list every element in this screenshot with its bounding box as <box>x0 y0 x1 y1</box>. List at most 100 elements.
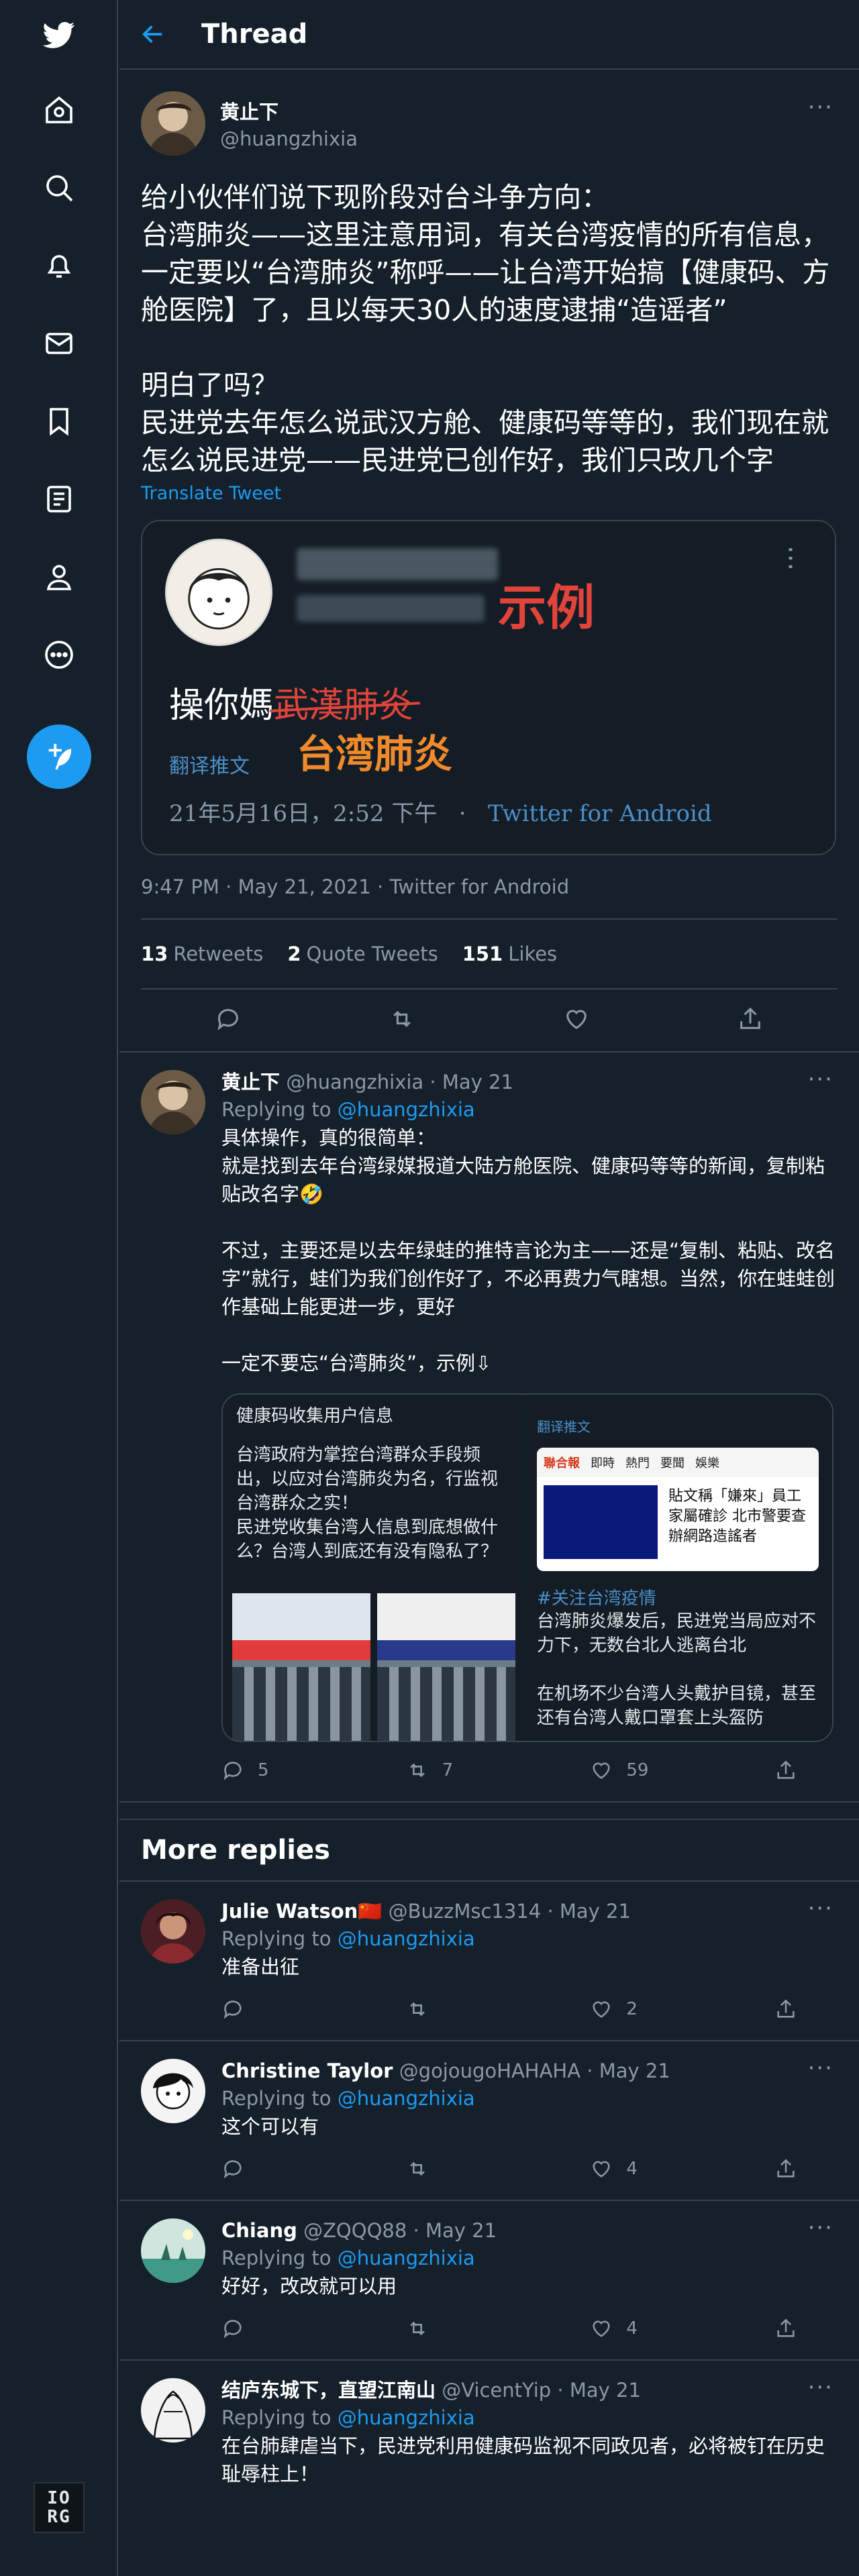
more-options-icon[interactable]: ··· <box>808 94 833 121</box>
reply-button[interactable] <box>215 1006 242 1035</box>
replacement-text: 台湾肺炎 <box>297 731 453 777</box>
avatar[interactable] <box>141 1899 205 1964</box>
back-arrow-icon <box>142 25 162 43</box>
avatar[interactable] <box>141 2218 205 2283</box>
explore-icon[interactable] <box>39 168 79 208</box>
like-button[interactable]: 2 <box>590 1998 774 2021</box>
back-button[interactable] <box>140 21 193 48</box>
compose-tweet-button[interactable] <box>27 724 91 789</box>
home-icon[interactable] <box>39 90 79 130</box>
avatar[interactable] <box>141 2059 205 2123</box>
embedded-avatar <box>165 539 272 646</box>
replying-to-handle[interactable]: @huangzhixia <box>338 2406 475 2429</box>
reply-tweet[interactable]: ··· Chiang @ZQQQ88 · May 21 Replying to … <box>119 2201 859 2361</box>
more-options-icon[interactable]: ··· <box>808 2214 833 2241</box>
translate-tweet-link[interactable]: Translate Tweet <box>141 483 838 504</box>
author-handle-time[interactable]: @gojougoHAHAHA · May 21 <box>399 2059 670 2082</box>
twitter-logo-icon[interactable] <box>39 15 79 55</box>
reply-button[interactable] <box>221 2157 406 2180</box>
author-name[interactable]: 黄止下 <box>220 97 358 125</box>
lists-icon[interactable] <box>39 479 79 519</box>
more-options-icon[interactable]: ··· <box>808 1895 833 1922</box>
avatar[interactable] <box>141 1070 205 1134</box>
bookmarks-icon[interactable] <box>39 401 79 441</box>
author-handle-time[interactable]: @VicentYip · May 21 <box>442 2379 641 2402</box>
tweet-stats: 13 Retweets 2 Quote Tweets 151 Likes <box>141 918 838 989</box>
tweet-text: 在台肺肆虐当下，民进党利用健康码监视不同政见者，必将被钉在历史耻辱柱上！ <box>221 2434 825 2485</box>
share-icon <box>777 2318 795 2337</box>
like-button[interactable]: 59 <box>590 1759 774 1782</box>
heart-icon <box>593 2001 610 2018</box>
author-name[interactable]: Julie Watson🇨🇳 <box>221 1900 382 1923</box>
more-options-icon[interactable]: ··· <box>808 2055 833 2082</box>
replying-to-handle[interactable]: @huangzhixia <box>338 1927 475 1950</box>
avatar[interactable] <box>141 91 205 156</box>
tweet-image[interactable]: 示例 ··· 操你媽武漢肺炎 翻译推文 台湾肺炎 21年5月16日，2:52 下… <box>141 520 836 855</box>
media-image-right[interactable]: 翻译推文 聯合報 即時 熱門 要聞 娛樂 貼文稱「嫌來」員工家屬確診 北市警要查… <box>523 1395 832 1741</box>
author-name[interactable]: 结庐东城下，直望江南山 <box>221 2379 436 2402</box>
replying-to-handle[interactable]: @huangzhixia <box>338 2247 475 2269</box>
share-button[interactable] <box>774 1759 811 1782</box>
card-more-icon: ··· <box>774 545 805 572</box>
share-button[interactable] <box>774 2157 811 2180</box>
reply-button[interactable] <box>221 1998 406 2021</box>
share-button[interactable] <box>737 1006 764 1035</box>
author-name[interactable]: 黄止下 <box>221 1071 280 1093</box>
like-button[interactable]: 4 <box>590 2157 774 2180</box>
tweet-timestamp[interactable]: 9:47 PM · May 21, 2021 · Twitter for And… <box>141 875 838 898</box>
retweet-button[interactable] <box>406 1998 591 2021</box>
more-options-icon[interactable]: ··· <box>808 2374 833 2401</box>
tweet-media[interactable]: 健康码收集用户信息 台湾政府为掌控台湾群众手段频出，以应对台湾肺炎为名，行监视台… <box>221 1393 833 1742</box>
messages-icon[interactable] <box>39 323 79 364</box>
blurred-name <box>297 548 498 580</box>
author-handle-time[interactable]: @BuzzMsc1314 · May 21 <box>389 1900 631 1923</box>
share-button[interactable] <box>774 1998 811 2021</box>
like-button[interactable]: 4 <box>590 2317 774 2340</box>
retweet-button[interactable]: 7 <box>406 1759 591 1782</box>
author-name[interactable]: Christine Taylor <box>221 2059 393 2082</box>
replying-to-handle[interactable]: @huangzhixia <box>338 2087 475 2110</box>
blurred-handle <box>297 595 485 622</box>
likes-stat[interactable]: 151 Likes <box>462 943 557 965</box>
retweet-button[interactable] <box>406 2157 591 2180</box>
retweet-button[interactable] <box>389 1006 415 1035</box>
retweets-stat[interactable]: 13 Retweets <box>141 943 263 965</box>
page-title: Thread <box>201 19 308 50</box>
replying-to-handle[interactable]: @huangzhixia <box>338 1098 475 1121</box>
quotes-stat[interactable]: 2 Quote Tweets <box>287 943 438 965</box>
nav-rail: IO RG <box>0 0 118 2576</box>
heart-icon <box>593 2161 610 2178</box>
tweet-actions: 4 <box>221 2314 838 2343</box>
reply-button[interactable]: 5 <box>221 1759 406 1782</box>
retweet-icon <box>409 1763 425 1778</box>
tweet-actions: 5 7 59 <box>221 1756 838 1785</box>
profile-icon[interactable] <box>39 557 79 597</box>
reply-tweet[interactable]: ··· Christine Taylor @gojougoHAHAHA · Ma… <box>119 2041 859 2201</box>
reply-tweet[interactable]: ··· Julie Watson🇨🇳 @BuzzMsc1314 · May 21… <box>119 1882 859 2041</box>
heart-icon <box>593 2320 610 2337</box>
share-icon <box>777 1999 795 2018</box>
reply-button[interactable] <box>221 2317 406 2340</box>
news-thumbnail <box>377 1593 515 1741</box>
author-handle-time[interactable]: @huangzhixia · May 21 <box>286 1071 513 1093</box>
author-handle[interactable]: @huangzhixia <box>220 127 358 150</box>
heart-icon <box>566 1010 587 1030</box>
retweet-icon <box>393 1010 411 1028</box>
reply-tweet[interactable]: ··· 黄止下 @huangzhixia · May 21 Replying t… <box>119 1053 859 1803</box>
notifications-icon[interactable] <box>39 246 79 286</box>
reply-icon <box>223 2000 242 2019</box>
author-handle-time[interactable]: @ZQQQ88 · May 21 <box>303 2219 497 2242</box>
share-button[interactable] <box>774 2317 811 2340</box>
retweet-button[interactable] <box>406 2317 591 2340</box>
like-button[interactable] <box>563 1006 590 1035</box>
media-image-left[interactable]: 健康码收集用户信息 台湾政府为掌控台湾群众手段频出，以应对台湾肺炎为名，行监视台… <box>223 1395 523 1741</box>
avatar[interactable] <box>141 2378 205 2443</box>
more-icon[interactable] <box>39 635 79 675</box>
more-options-icon[interactable]: ··· <box>808 1066 833 1093</box>
iorg-watermark: IO RG <box>34 2482 85 2533</box>
share-icon <box>740 1007 761 1029</box>
reply-tweet[interactable]: ··· 结庐东城下，直望江南山 @VicentYip · May 21 Repl… <box>119 2361 859 2504</box>
tweet-actions: 2 <box>221 1994 838 2024</box>
reply-icon <box>223 2320 242 2339</box>
author-name[interactable]: Chiang <box>221 2219 297 2242</box>
